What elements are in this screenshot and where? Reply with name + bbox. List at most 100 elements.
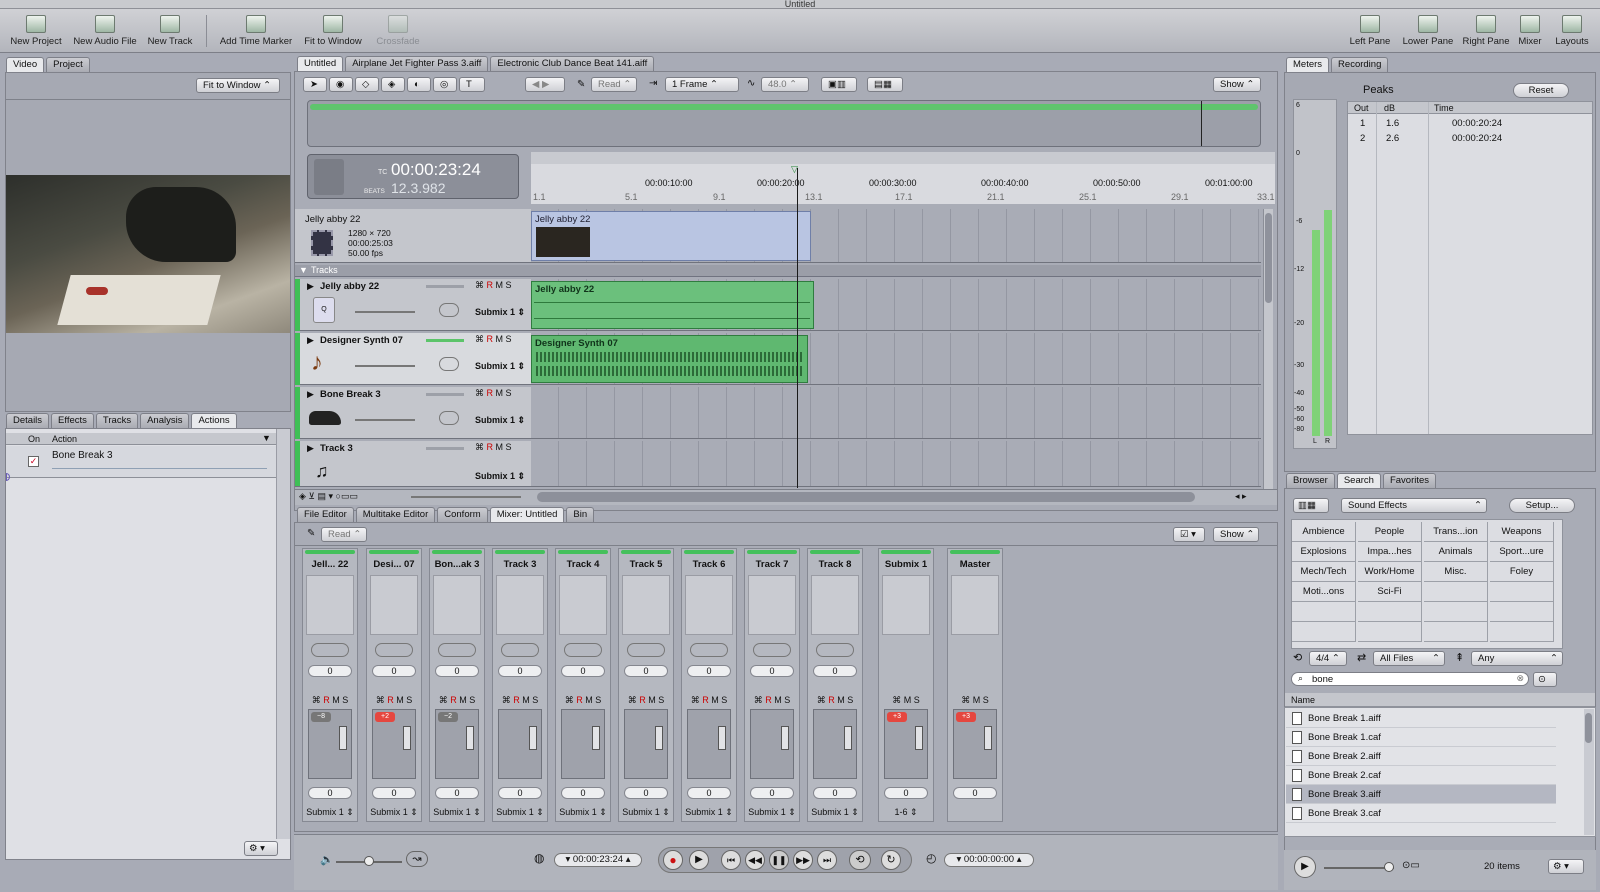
search-input[interactable]: ⌕ bone ⊗ <box>1291 672 1529 686</box>
timeline-hscroll[interactable] <box>537 492 1195 502</box>
category-empty[interactable] <box>1424 602 1488 622</box>
fader-cap[interactable] <box>844 726 852 750</box>
tab-meters[interactable]: Meters <box>1286 57 1330 72</box>
tab-recording[interactable]: Recording <box>1331 57 1389 72</box>
scroll-arrows-icon[interactable]: ◂ ▸ <box>1235 491 1247 502</box>
global-timeline-view[interactable] <box>307 100 1261 147</box>
category-empty[interactable] <box>1358 602 1422 622</box>
peak-badge[interactable]: +3 <box>956 712 976 722</box>
track-header[interactable]: ▶ Jelly abby 22 ⌘ R M S Q Submix 1 ⇕ <box>295 279 531 331</box>
left-pane-button[interactable]: Left Pane <box>1348 13 1392 47</box>
action-row[interactable]: ✓ Bone Break 3 <box>6 446 276 478</box>
actions-scrollbar[interactable] <box>276 429 290 839</box>
fit-to-window-button[interactable]: Fit to Window <box>302 13 364 47</box>
category-work-home[interactable]: Work/Home <box>1358 562 1422 582</box>
display-toggle-icon[interactable]: ▤▦ <box>867 77 903 92</box>
range-tool-icon[interactable]: ◇ <box>355 77 379 92</box>
zoom-tool-icon[interactable]: ◎ <box>433 77 457 92</box>
category-empty[interactable] <box>1490 602 1554 622</box>
pan-knob[interactable] <box>375 643 413 657</box>
track-lane[interactable]: Designer Synth 07 <box>531 333 1261 385</box>
volume-value[interactable]: 0 <box>953 787 997 799</box>
scrub-tool-icon[interactable]: ◐ <box>407 77 431 92</box>
disclosure-icon[interactable]: ▶ <box>307 335 314 346</box>
pan-knob[interactable] <box>627 643 665 657</box>
time-signature-select[interactable]: 4/4 ⌃ <box>1309 651 1347 666</box>
track-header[interactable]: ▶ Bone Break 3 ⌘ R M S Submix 1 ⇕ <box>295 387 531 439</box>
channel-output[interactable]: Submix 1 ⇕ <box>493 807 547 818</box>
peak-badge[interactable]: −8 <box>311 712 331 722</box>
cycle-icon[interactable]: ↻ <box>881 850 901 870</box>
tab-bin[interactable]: Bin <box>566 507 595 522</box>
tab-search[interactable]: Search <box>1336 473 1381 488</box>
pan-value[interactable]: 0 <box>687 665 731 677</box>
master-volume-slider[interactable] <box>336 856 402 866</box>
mixer-show-select[interactable]: Show ⌃ <box>1213 527 1259 542</box>
rate-select[interactable]: 48.0 ⌃ <box>761 77 809 92</box>
video-track-header[interactable]: Jelly abby 22 1280 × 720 00:00:25:03 50.… <box>295 209 531 263</box>
pan-knob[interactable] <box>753 643 791 657</box>
volume-fader[interactable] <box>750 709 794 779</box>
category-misc[interactable]: Misc. <box>1424 562 1488 582</box>
channel-output[interactable]: Submix 1 ⇕ <box>430 807 484 818</box>
channel-output[interactable]: Submix 1 ⇕ <box>745 807 799 818</box>
select-tool-icon[interactable]: ➤ <box>303 77 327 92</box>
effect-slots[interactable] <box>882 575 930 635</box>
fader-cap[interactable] <box>718 726 726 750</box>
text-tool-icon[interactable]: T <box>459 77 485 92</box>
effect-slots[interactable] <box>306 575 354 635</box>
pan-value[interactable]: 0 <box>308 665 352 677</box>
result-row[interactable]: Bone Break 2.aiff <box>1286 747 1556 766</box>
disclosure-icon[interactable]: ▶ <box>307 389 314 400</box>
video-clip[interactable]: Jelly abby 22 <box>531 211 811 261</box>
audio-clip[interactable]: Jelly abby 22 <box>531 281 814 329</box>
key-select[interactable]: Any ⌃ <box>1471 651 1563 666</box>
nav-arrows[interactable]: ◀ ▶ <box>525 77 565 92</box>
pan-knob[interactable] <box>501 643 539 657</box>
pan-knob[interactable] <box>439 411 459 425</box>
volume-fader[interactable]: +3 <box>953 709 997 779</box>
zoom-slider[interactable] <box>411 496 521 498</box>
track-header[interactable]: ▶ Designer Synth 07 ⌘ R M S ♪ Submix 1 ⇕ <box>295 333 531 385</box>
time-ruler[interactable]: 00:00:10:00 00:00:20:00 00:00:30:00 00:0… <box>531 152 1275 204</box>
volume-value[interactable]: 0 <box>435 787 479 799</box>
category-sci-fi[interactable]: Sci-Fi <box>1358 582 1422 602</box>
rewind-icon[interactable]: ◀◀ <box>745 850 765 870</box>
tracks-section-header[interactable]: ▼ Tracks <box>295 265 1261 277</box>
preview-volume-slider[interactable] <box>1324 862 1394 872</box>
timecode-display[interactable]: TC 00:00:23:24 BEATS 12.3.982 <box>307 154 519 199</box>
disclosure-icon[interactable]: ▶ <box>307 443 314 454</box>
tab-multitake-editor[interactable]: Multitake Editor <box>355 507 436 522</box>
automation-mode-select[interactable]: Read ⌃ <box>591 77 637 92</box>
action-checkbox[interactable]: ✓ <box>28 456 39 467</box>
tab-video[interactable]: Video <box>6 57 45 72</box>
add-time-marker-button[interactable]: Add Time Marker <box>216 13 296 47</box>
play-icon[interactable]: ▶ <box>689 850 709 870</box>
project-tab-untitled[interactable]: Untitled <box>297 56 344 71</box>
tab-project[interactable]: Project <box>46 57 90 72</box>
pan-knob[interactable] <box>816 643 854 657</box>
search-options-icon[interactable]: ⊙ <box>1533 672 1557 687</box>
volume-fader[interactable] <box>561 709 605 779</box>
volume-fader[interactable] <box>687 709 731 779</box>
pan-value[interactable]: 0 <box>435 665 479 677</box>
volume-value[interactable]: 0 <box>308 787 352 799</box>
rms-buttons[interactable]: ⌘ R M S <box>303 695 357 706</box>
channel-output[interactable]: Submix 1 ⇕ <box>682 807 736 818</box>
volume-fader[interactable]: +3 <box>884 709 928 779</box>
mixer-automation-select[interactable]: Read ⌃ <box>321 527 367 542</box>
track-lane[interactable] <box>531 387 1261 439</box>
effect-slots[interactable] <box>496 575 544 635</box>
category-select[interactable]: Sound Effects ⌃ <box>1341 498 1487 513</box>
pause-icon[interactable]: ❚❚ <box>769 850 789 870</box>
scrub-icon[interactable]: ↝ <box>406 851 428 867</box>
rms-buttons[interactable]: ⌘ R M S <box>619 695 673 706</box>
record-icon[interactable]: ● <box>663 850 683 870</box>
track-output[interactable]: Submix 1 ⇕ <box>475 361 525 372</box>
pan-value[interactable]: 0 <box>372 665 416 677</box>
rms-buttons[interactable]: ⌘ M S <box>879 695 933 706</box>
disclosure-icon[interactable]: ▶ <box>307 281 314 292</box>
rms-buttons[interactable]: ⌘ R M S <box>682 695 736 706</box>
pan-knob[interactable] <box>690 643 728 657</box>
volume-value[interactable]: 0 <box>624 787 668 799</box>
